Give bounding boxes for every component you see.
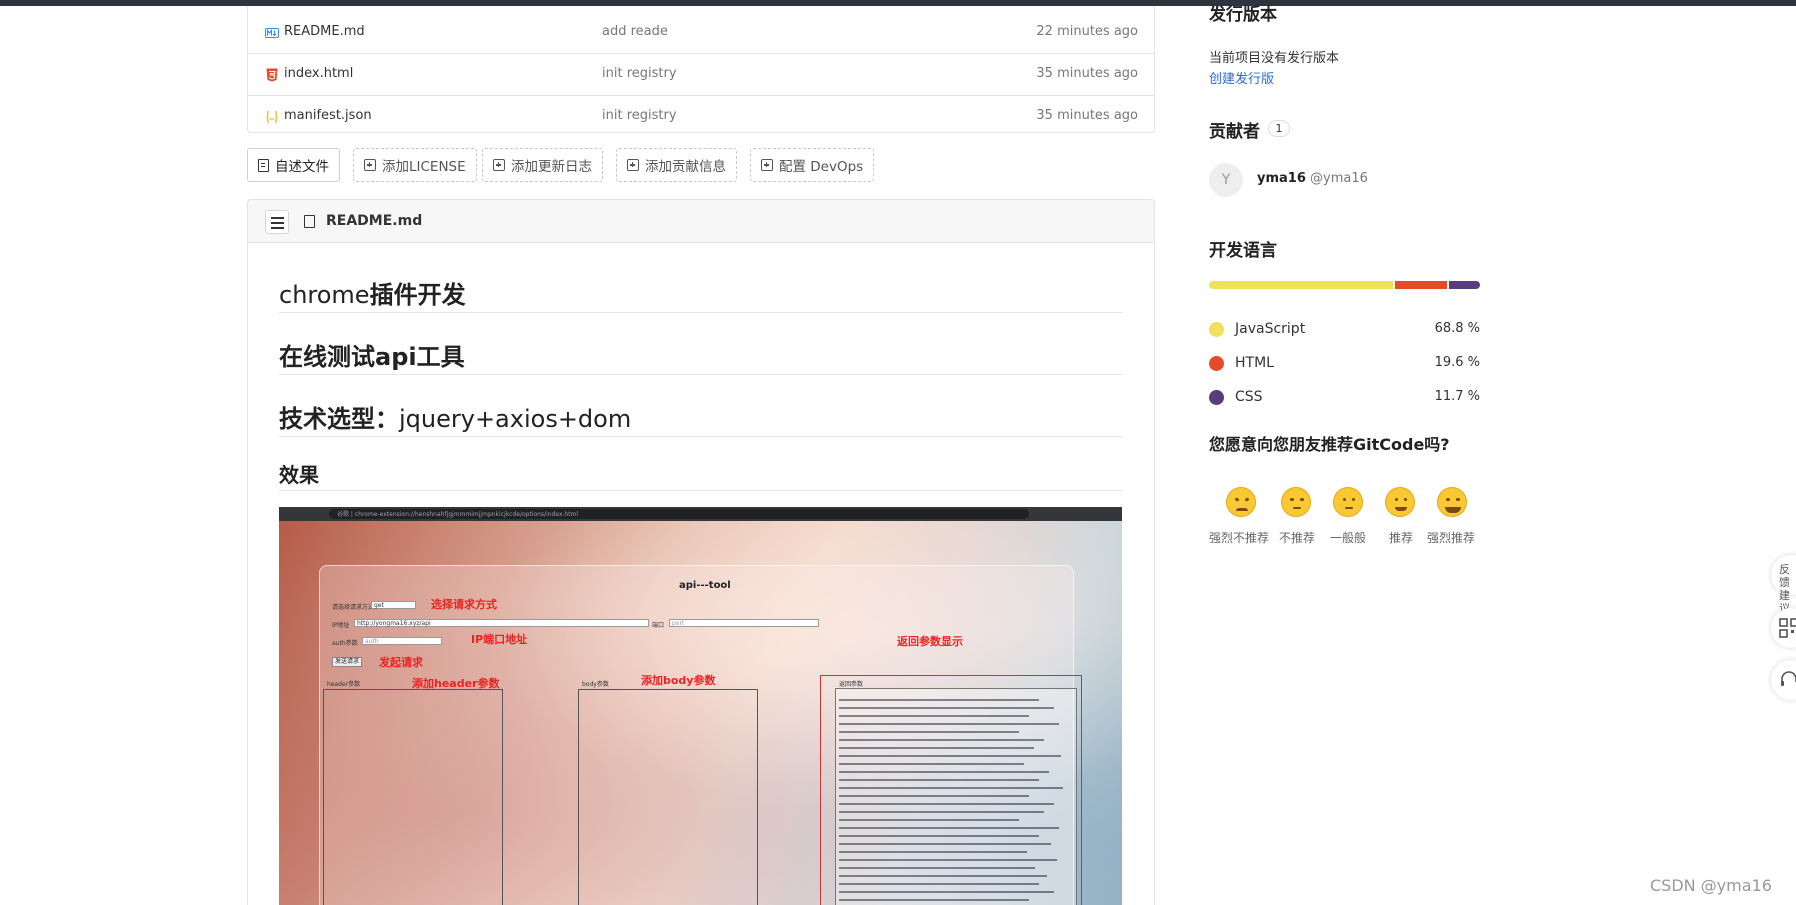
language-name: CSS xyxy=(1235,389,1263,405)
language-percent: 19.6 % xyxy=(1434,355,1480,370)
annotation: IP端口地址 xyxy=(471,633,528,646)
release-heading: 发行版本 xyxy=(1209,5,1277,25)
list-icon xyxy=(271,216,284,219)
rating-label: 强烈推荐 xyxy=(1427,531,1476,545)
language-bar-segment xyxy=(1209,281,1393,289)
release-empty-text: 当前项目没有发行版本 xyxy=(1209,51,1340,66)
json-icon xyxy=(266,110,278,124)
commit-message[interactable]: init registry xyxy=(602,108,677,123)
markdown-icon xyxy=(265,28,279,38)
language-bar xyxy=(1209,281,1480,289)
file-list: README.md add reade 22 minutes ago index… xyxy=(247,6,1155,133)
add-contrib-button[interactable]: 添加贡献信息 xyxy=(616,148,737,182)
rating-label: 推荐 xyxy=(1389,531,1414,545)
recommend-heading: 您愿意向您朋友推荐GitCode吗? xyxy=(1209,435,1450,454)
heading: 在线测试api工具 xyxy=(279,337,1123,375)
document-icon xyxy=(258,158,269,172)
languages-heading: 开发语言 xyxy=(1209,241,1277,261)
language-row: HTML 19.6 % xyxy=(1209,352,1480,372)
file-row[interactable]: manifest.json init registry 35 minutes a… xyxy=(248,96,1154,138)
commit-message[interactable]: init registry xyxy=(602,66,677,81)
language-color-dot xyxy=(1209,356,1224,371)
add-license-label: 添加LICENSE xyxy=(382,159,466,175)
plus-square-icon xyxy=(493,159,505,171)
language-percent: 11.7 % xyxy=(1434,389,1480,404)
language-row: CSS 11.7 % xyxy=(1209,386,1480,406)
smile-face-icon[interactable] xyxy=(1385,487,1415,517)
heading: 技术选型：jquery+axios+dom xyxy=(279,399,1123,437)
support-button[interactable] xyxy=(1771,660,1796,700)
file-name[interactable]: manifest.json xyxy=(284,108,372,123)
file-row[interactable]: README.md add reade 22 minutes ago xyxy=(248,12,1154,54)
language-name: HTML xyxy=(1235,355,1274,371)
readme-header: README.md xyxy=(248,200,1154,243)
annotation: 发起请求 xyxy=(379,656,423,669)
language-bar-segment xyxy=(1448,281,1480,289)
unhappy-face-icon[interactable] xyxy=(1281,487,1311,517)
create-release-link[interactable]: 创建发行版 xyxy=(1209,68,1274,87)
configure-devops-label: 配置 DevOps xyxy=(779,159,864,175)
commit-time: 35 minutes ago xyxy=(1036,108,1138,123)
annotation: 添加body参数 xyxy=(641,674,716,687)
rating-label: 一般般 xyxy=(1330,531,1367,545)
watermark: CSDN @yma16 xyxy=(1650,876,1772,895)
rating-label: 不推荐 xyxy=(1279,531,1316,545)
readme-button-label: 自述文件 xyxy=(275,159,329,175)
neutral-face-icon[interactable] xyxy=(1333,487,1363,517)
plus-square-icon xyxy=(761,159,773,171)
configure-devops-button[interactable]: 配置 DevOps xyxy=(750,148,875,182)
commit-message[interactable]: add reade xyxy=(602,24,668,39)
language-color-dot xyxy=(1209,322,1224,337)
html5-icon xyxy=(266,68,278,82)
language-color-dot xyxy=(1209,390,1224,405)
qrcode-icon xyxy=(1779,618,1796,638)
annotation: 选择请求方式 xyxy=(431,598,497,611)
commit-time: 35 minutes ago xyxy=(1036,66,1138,81)
app-title: api---tool xyxy=(679,580,731,591)
avatar[interactable]: Y xyxy=(1209,163,1243,197)
document-icon xyxy=(304,215,315,228)
contributor-name[interactable]: yma16 xyxy=(1257,171,1306,186)
contributor-handle[interactable]: @yma16 xyxy=(1310,171,1368,186)
add-changelog-button[interactable]: 添加更新日志 xyxy=(482,148,603,182)
readme-button[interactable]: 自述文件 xyxy=(247,148,340,182)
file-name[interactable]: README.md xyxy=(284,24,365,39)
headset-icon xyxy=(1781,671,1796,686)
toc-toggle-button[interactable] xyxy=(265,210,289,234)
add-changelog-label: 添加更新日志 xyxy=(511,159,592,175)
qrcode-button[interactable] xyxy=(1771,608,1796,648)
add-contrib-label: 添加贡献信息 xyxy=(645,159,726,175)
add-license-button[interactable]: 添加LICENSE xyxy=(353,148,477,182)
readme-screenshot-image: 谷歌 | chrome-extension://henshnahfjgjmmmi… xyxy=(279,507,1122,905)
file-row[interactable]: index.html init registry 35 minutes ago xyxy=(248,54,1154,96)
browser-url: 谷歌 | chrome-extension://henshnahfjgjmmmi… xyxy=(337,511,579,518)
rating-label: 强烈不推荐 xyxy=(1209,531,1270,545)
plus-square-icon xyxy=(364,159,376,171)
plus-square-icon xyxy=(627,159,639,171)
angry-face-icon[interactable] xyxy=(1226,487,1256,517)
contributors-heading: 贡献者 xyxy=(1209,122,1260,142)
grin-face-icon[interactable] xyxy=(1437,487,1467,517)
readme-title: README.md xyxy=(326,213,423,229)
language-percent: 68.8 % xyxy=(1434,321,1480,336)
language-bar-segment xyxy=(1394,281,1447,289)
annotation: 返回参数显示 xyxy=(897,635,963,648)
contributors-count-badge: 1 xyxy=(1268,120,1290,137)
file-name[interactable]: index.html xyxy=(284,66,353,81)
language-name: JavaScript xyxy=(1235,321,1306,337)
subheading: 效果 xyxy=(279,459,1123,491)
language-row: JavaScript 68.8 % xyxy=(1209,318,1480,338)
commit-time: 22 minutes ago xyxy=(1036,24,1138,39)
heading: chrome插件开发 xyxy=(279,275,1123,313)
